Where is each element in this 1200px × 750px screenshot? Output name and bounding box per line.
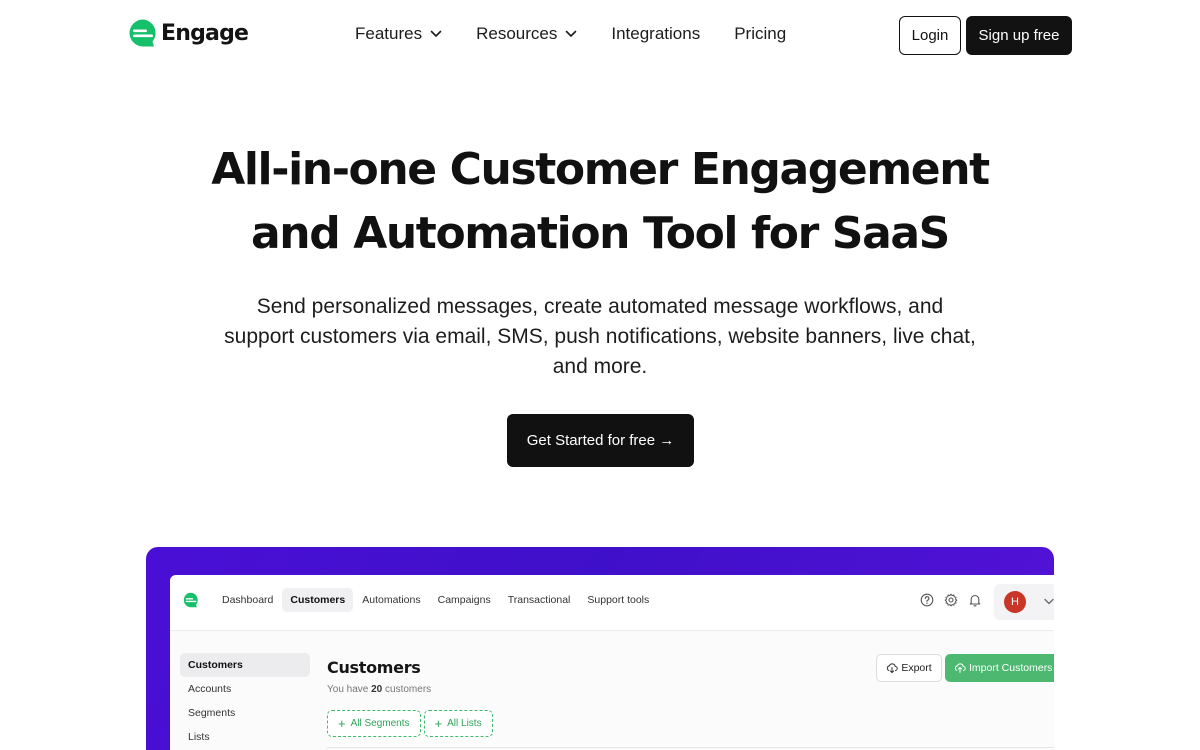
sidebar-item-customers[interactable]: Customers bbox=[180, 653, 310, 677]
tab-transactional[interactable]: Transactional bbox=[500, 588, 579, 612]
main-menu: Features Resources Integrations Pricing bbox=[355, 24, 786, 44]
brand-name: Engage bbox=[161, 20, 249, 46]
nav-features-label: Features bbox=[355, 24, 423, 43]
export-label: Export bbox=[901, 662, 932, 674]
hero-title: All-in-one Customer Engagement and Autom… bbox=[150, 138, 1050, 266]
nav-pricing[interactable]: Pricing bbox=[734, 24, 786, 44]
hero-subtitle-line-1: Send personalized messages, create autom… bbox=[256, 295, 944, 318]
engage-logo-icon[interactable] bbox=[183, 592, 199, 608]
cloud-download-icon bbox=[887, 663, 899, 674]
all-segments-label: All Segments bbox=[350, 718, 410, 729]
nav-features[interactable]: Features bbox=[355, 24, 442, 44]
login-button[interactable]: Login bbox=[899, 16, 961, 55]
top-navigation: Engage Features Resources Integrations P… bbox=[0, 0, 1200, 72]
import-customers-button[interactable]: Import Customers bbox=[945, 654, 1054, 682]
chevron-down-icon bbox=[1044, 598, 1054, 605]
chevron-down-icon bbox=[430, 30, 442, 37]
app-toolbar-icons bbox=[920, 593, 992, 607]
page-title: Customers bbox=[327, 658, 421, 677]
hero-subtitle-line-2: support customers via email, SMS, push n… bbox=[224, 325, 976, 348]
signup-button[interactable]: Sign up free bbox=[966, 16, 1072, 55]
customer-count: 20 bbox=[371, 684, 383, 695]
gear-icon[interactable] bbox=[944, 593, 958, 607]
tab-support-tools[interactable]: Support tools bbox=[579, 588, 657, 612]
get-started-button[interactable]: Get Started for free → bbox=[507, 414, 694, 467]
all-segments-filter[interactable]: + All Segments bbox=[327, 710, 421, 737]
user-menu[interactable]: H bbox=[994, 584, 1054, 620]
count-prefix: You have bbox=[327, 684, 369, 695]
hero-title-line-2: and Automation Tool for SaaS bbox=[251, 208, 950, 259]
brand-logo[interactable]: Engage bbox=[128, 18, 249, 48]
app-screenshot: Dashboard Customers Automations Campaign… bbox=[170, 575, 1054, 750]
tab-customers[interactable]: Customers bbox=[282, 588, 354, 612]
all-lists-filter[interactable]: + All Lists bbox=[423, 710, 493, 737]
tab-campaigns[interactable]: Campaigns bbox=[430, 588, 499, 612]
sidebar-item-lists[interactable]: Lists bbox=[180, 725, 310, 749]
export-button[interactable]: Export bbox=[876, 654, 942, 682]
hero-subtitle: Send personalized messages, create autom… bbox=[200, 292, 1000, 382]
tab-automations[interactable]: Automations bbox=[354, 588, 428, 612]
hero-title-line-1: All-in-one Customer Engagement bbox=[211, 144, 990, 195]
help-circle-icon[interactable] bbox=[920, 593, 934, 607]
chevron-down-icon bbox=[566, 30, 577, 37]
nav-resources[interactable]: Resources bbox=[476, 24, 577, 44]
nav-resources-label: Resources bbox=[476, 24, 558, 43]
customer-count-text: You have 20 customers bbox=[327, 684, 431, 695]
tab-dashboard[interactable]: Dashboard bbox=[214, 588, 281, 612]
product-preview: Dashboard Customers Automations Campaign… bbox=[146, 547, 1054, 750]
hero-subtitle-line-3: and more. bbox=[552, 355, 648, 378]
plus-icon: + bbox=[434, 715, 443, 731]
bell-icon[interactable] bbox=[968, 593, 982, 607]
sidebar-item-accounts[interactable]: Accounts bbox=[180, 677, 310, 701]
engage-logo-icon bbox=[129, 19, 156, 47]
cloud-upload-icon bbox=[954, 663, 966, 673]
filter-chips: + All Segments + All Lists bbox=[327, 710, 496, 737]
nav-integrations[interactable]: Integrations bbox=[611, 24, 700, 44]
app-tabs: Dashboard Customers Automations Campaign… bbox=[214, 588, 658, 612]
plus-icon: + bbox=[338, 715, 346, 731]
import-customers-label: Import Customers bbox=[969, 662, 1053, 674]
sidebar-item-segments[interactable]: Segments bbox=[180, 701, 310, 725]
avatar[interactable]: H bbox=[1004, 591, 1026, 613]
app-sidebar: Customers Accounts Segments Lists bbox=[180, 653, 310, 749]
app-topbar: Dashboard Customers Automations Campaign… bbox=[170, 575, 1054, 631]
all-lists-label: All Lists bbox=[447, 718, 482, 729]
count-suffix: customers bbox=[385, 684, 432, 695]
table-top-border bbox=[327, 747, 1054, 748]
